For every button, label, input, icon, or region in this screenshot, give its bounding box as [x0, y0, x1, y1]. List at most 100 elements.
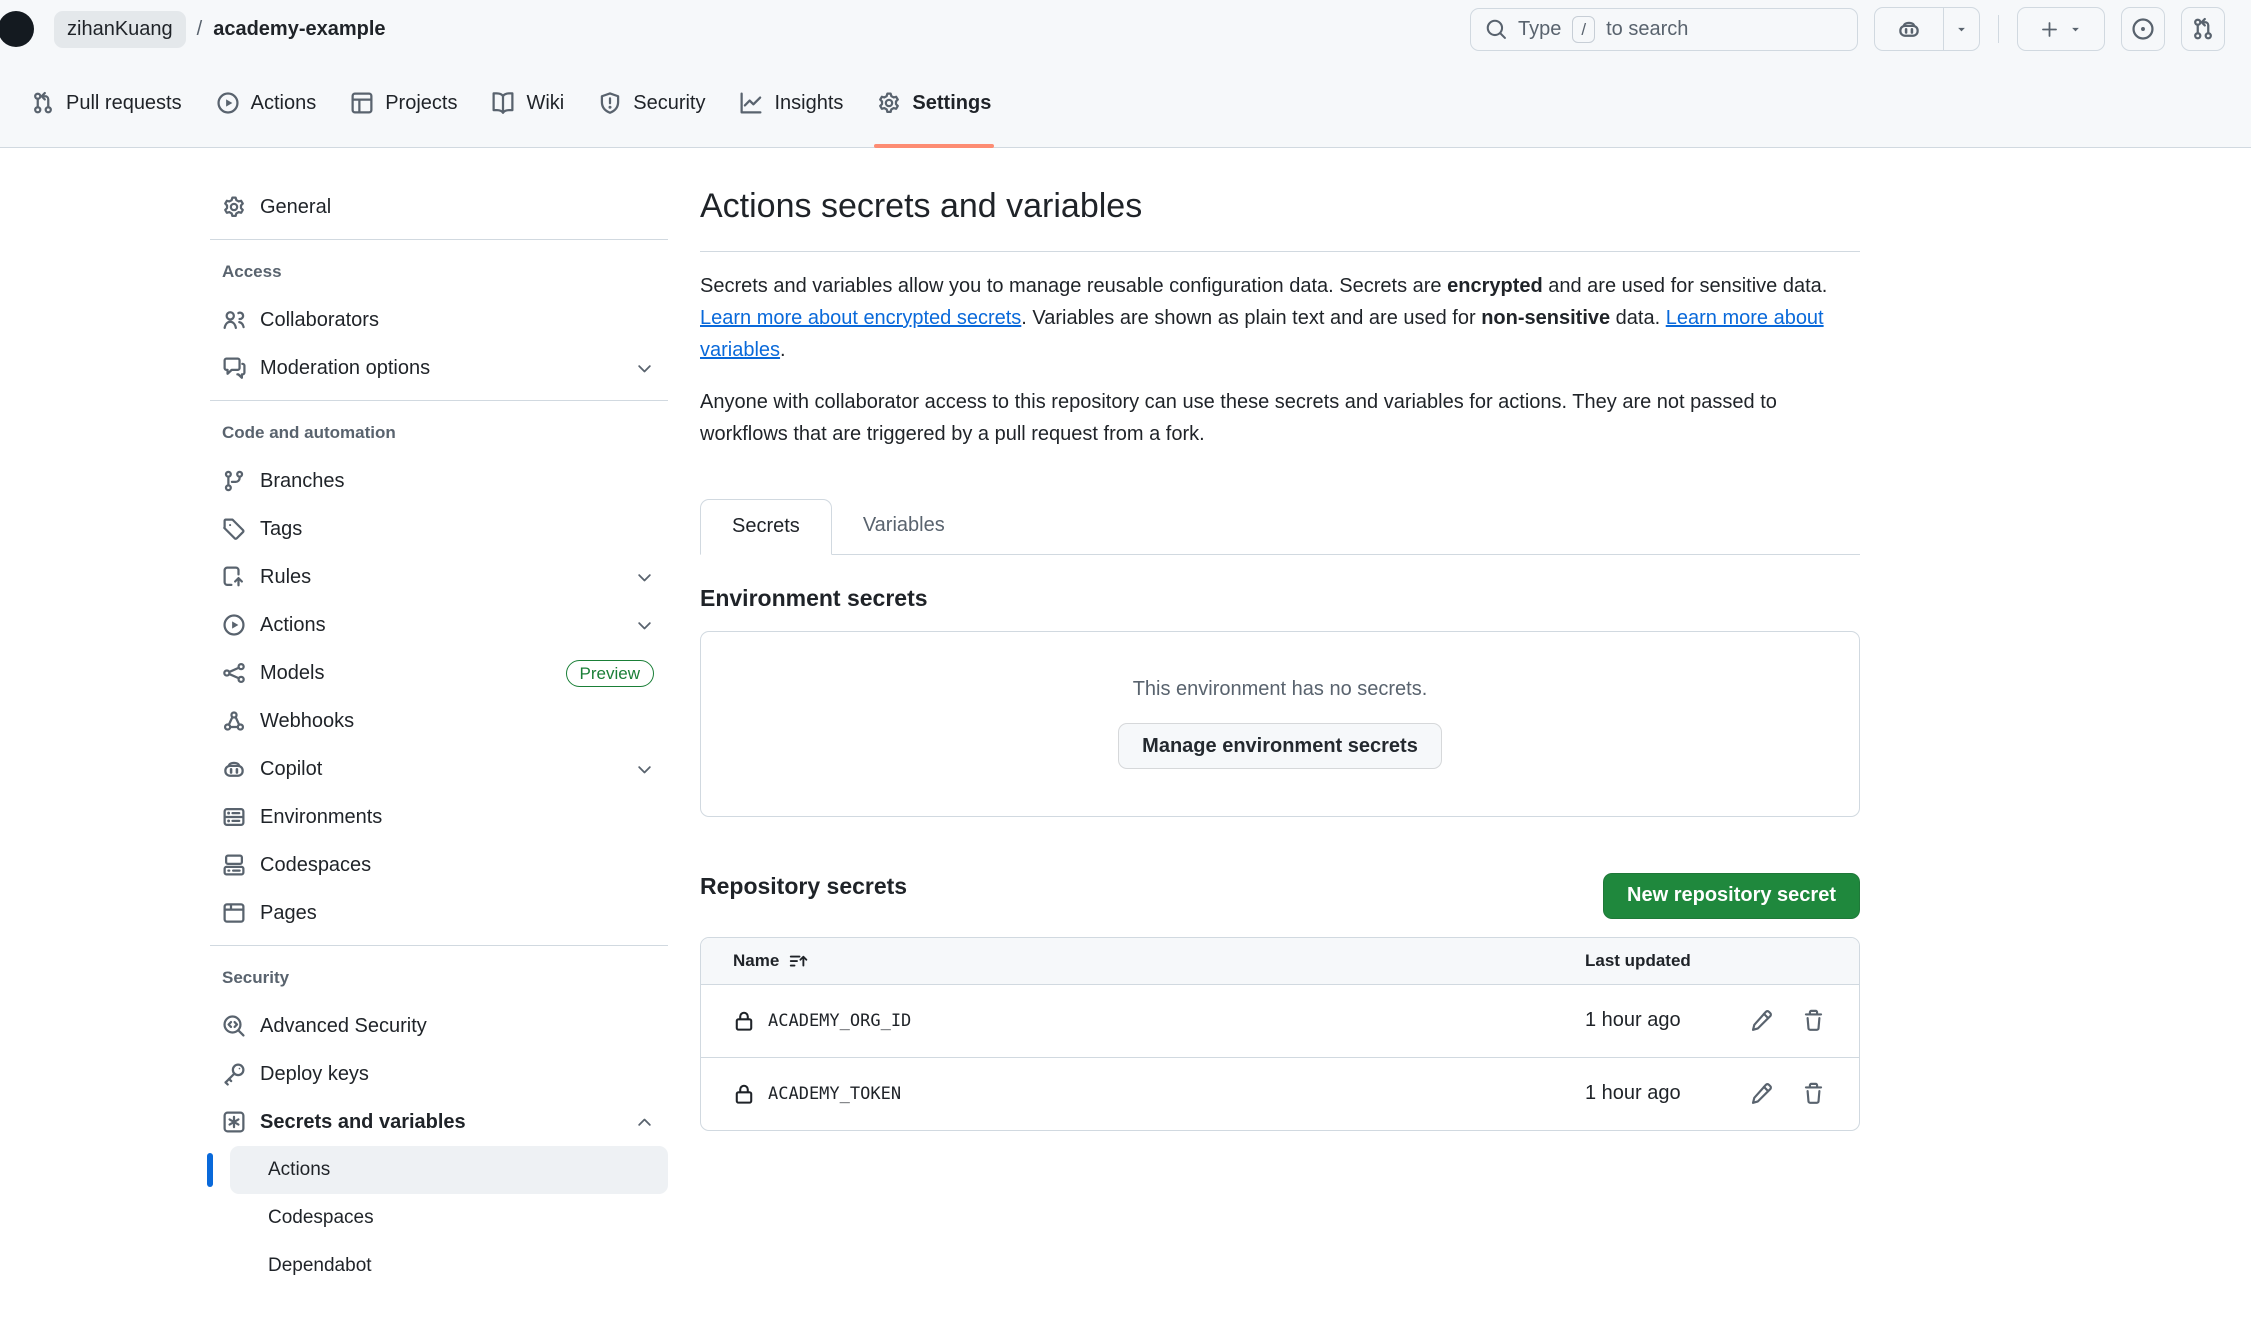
gear-icon	[877, 91, 901, 115]
tab-insights[interactable]: Insights	[722, 58, 860, 148]
sidebar-item-label: Secrets and variables	[260, 1111, 621, 1134]
intro-bold-encrypted: encrypted	[1447, 275, 1543, 297]
sidebar-item-label: Collaborators	[260, 309, 654, 332]
tab-projects[interactable]: Projects	[333, 58, 474, 148]
sidebar-item-label: Advanced Security	[260, 1015, 654, 1038]
intro-paragraph: Secrets and variables allow you to manag…	[700, 270, 1850, 366]
header-divider	[1998, 15, 1999, 43]
sidebar-item-copilot[interactable]: Copilot	[210, 745, 668, 793]
last-updated-value: 1 hour ago	[1585, 1009, 1735, 1032]
tab-actions[interactable]: Actions	[199, 58, 334, 148]
sidebar-item-deploy-keys[interactable]: Deploy keys	[210, 1050, 668, 1098]
sidebar-section-code-and-automation: Code and automation	[210, 409, 668, 457]
webhook-icon	[222, 709, 246, 733]
delete-secret-button[interactable]	[1793, 1001, 1833, 1041]
secret-name-cell: ACADEMY_ORG_ID	[733, 1010, 1585, 1032]
sidebar-item-label: Pages	[260, 902, 654, 925]
sidebar-item-label: Copilot	[260, 758, 621, 781]
environment-secrets-heading: Environment secrets	[700, 585, 1860, 612]
copilot-icon	[222, 757, 246, 781]
last-updated-value: 1 hour ago	[1585, 1082, 1735, 1105]
graph-icon	[739, 91, 763, 115]
models-icon	[222, 661, 246, 685]
sidebar-section-access: Access	[210, 248, 668, 296]
breadcrumb-repo[interactable]: academy-example	[213, 18, 385, 41]
shield-icon	[598, 91, 622, 115]
repo-nav: Pull requests Actions Projects Wiki Secu…	[0, 58, 2251, 148]
chevron-down-icon	[635, 760, 654, 779]
tag-icon	[222, 517, 246, 541]
secret-name: ACADEMY_TOKEN	[768, 1084, 901, 1104]
sidebar-item-secrets-and-variables[interactable]: Secrets and variables	[210, 1098, 668, 1146]
sort-ascending-icon	[788, 951, 808, 971]
delete-secret-button[interactable]	[1793, 1074, 1833, 1114]
tab-label: Secrets	[732, 515, 800, 538]
sidebar-item-rules[interactable]: Rules	[210, 553, 668, 601]
tab-label: Pull requests	[66, 92, 182, 115]
sidebar-item-actions[interactable]: Actions	[210, 601, 668, 649]
sidebar-item-models[interactable]: Models Preview	[210, 649, 668, 697]
repository-secrets-heading: Repository secrets	[700, 873, 907, 900]
issues-button[interactable]	[2121, 7, 2165, 51]
breadcrumb-owner[interactable]: zihanKuang	[54, 11, 186, 48]
codespaces-icon	[222, 853, 246, 877]
create-new-button[interactable]	[2017, 7, 2105, 51]
tab-pull-requests[interactable]: Pull requests	[14, 58, 199, 148]
intro-text: data.	[1610, 307, 1666, 329]
sidebar-item-moderation-options[interactable]: Moderation options	[210, 344, 668, 392]
new-repository-secret-button[interactable]: New repository secret	[1603, 873, 1860, 919]
tab-settings[interactable]: Settings	[860, 58, 1008, 148]
edit-secret-button[interactable]	[1741, 1074, 1781, 1114]
tab-secrets[interactable]: Secrets	[700, 499, 832, 555]
sidebar-item-label: General	[260, 196, 654, 219]
sidebar-divider	[210, 239, 668, 240]
pull-requests-button[interactable]	[2181, 7, 2225, 51]
tab-wiki[interactable]: Wiki	[474, 58, 581, 148]
sidebar-subitem-label: Codespaces	[268, 1207, 374, 1229]
sidebar-subitem-label: Actions	[268, 1159, 330, 1181]
tab-variables[interactable]: Variables	[832, 498, 976, 554]
play-circle-icon	[222, 613, 246, 637]
sidebar-item-branches[interactable]: Branches	[210, 457, 668, 505]
sidebar-item-label: Branches	[260, 470, 654, 493]
link-encrypted-secrets[interactable]: Learn more about encrypted secrets	[700, 307, 1021, 329]
sidebar-item-tags[interactable]: Tags	[210, 505, 668, 553]
sidebar-item-collaborators[interactable]: Collaborators	[210, 296, 668, 344]
sidebar-subitem-codespaces[interactable]: Codespaces	[230, 1194, 668, 1242]
copilot-icon[interactable]	[1875, 8, 1943, 50]
lock-icon	[733, 1010, 755, 1032]
edit-secret-button[interactable]	[1741, 1001, 1781, 1041]
chevron-down-icon	[635, 568, 654, 587]
repository-secrets-table: Name Last updated ACADEMY_ORG_ID 1 hour …	[700, 937, 1860, 1131]
tab-security[interactable]: Security	[581, 58, 722, 148]
sidebar-item-pages[interactable]: Pages	[210, 889, 668, 937]
search-placeholder-prefix: Type	[1518, 18, 1561, 41]
github-logo[interactable]	[0, 11, 34, 47]
tab-label: Settings	[912, 92, 991, 115]
sidebar-item-general[interactable]: General	[210, 183, 668, 231]
intro-text: and are used for sensitive data.	[1543, 275, 1828, 297]
chevron-down-icon	[635, 359, 654, 378]
caret-down-icon	[2068, 22, 2083, 37]
copilot-dropdown[interactable]	[1943, 8, 1979, 50]
sidebar-item-environments[interactable]: Environments	[210, 793, 668, 841]
breadcrumb-separator: /	[197, 18, 203, 41]
sidebar-item-advanced-security[interactable]: Advanced Security	[210, 1002, 668, 1050]
sidebar-subitem-label: Dependabot	[268, 1255, 372, 1277]
header-row: zihanKuang / academy-example Type / to s…	[0, 0, 2251, 58]
name-column-header[interactable]: Name	[733, 951, 1585, 971]
sidebar-subitem-actions[interactable]: Actions	[230, 1146, 668, 1194]
search-input[interactable]: Type / to search	[1470, 8, 1858, 51]
sidebar-subitem-dependabot[interactable]: Dependabot	[230, 1242, 668, 1290]
manage-environment-secrets-button[interactable]: Manage environment secrets	[1118, 723, 1442, 769]
sidebar-item-label: Deploy keys	[260, 1063, 654, 1086]
sidebar-item-label: Rules	[260, 566, 621, 589]
sidebar-item-codespaces[interactable]: Codespaces	[210, 841, 668, 889]
tab-label: Actions	[251, 92, 317, 115]
sidebar-item-webhooks[interactable]: Webhooks	[210, 697, 668, 745]
sidebar-item-label: Environments	[260, 806, 654, 829]
git-pull-request-icon	[2191, 17, 2215, 41]
copilot-button[interactable]	[1874, 7, 1980, 51]
intro-text: .	[780, 339, 786, 361]
git-pull-request-icon	[31, 91, 55, 115]
